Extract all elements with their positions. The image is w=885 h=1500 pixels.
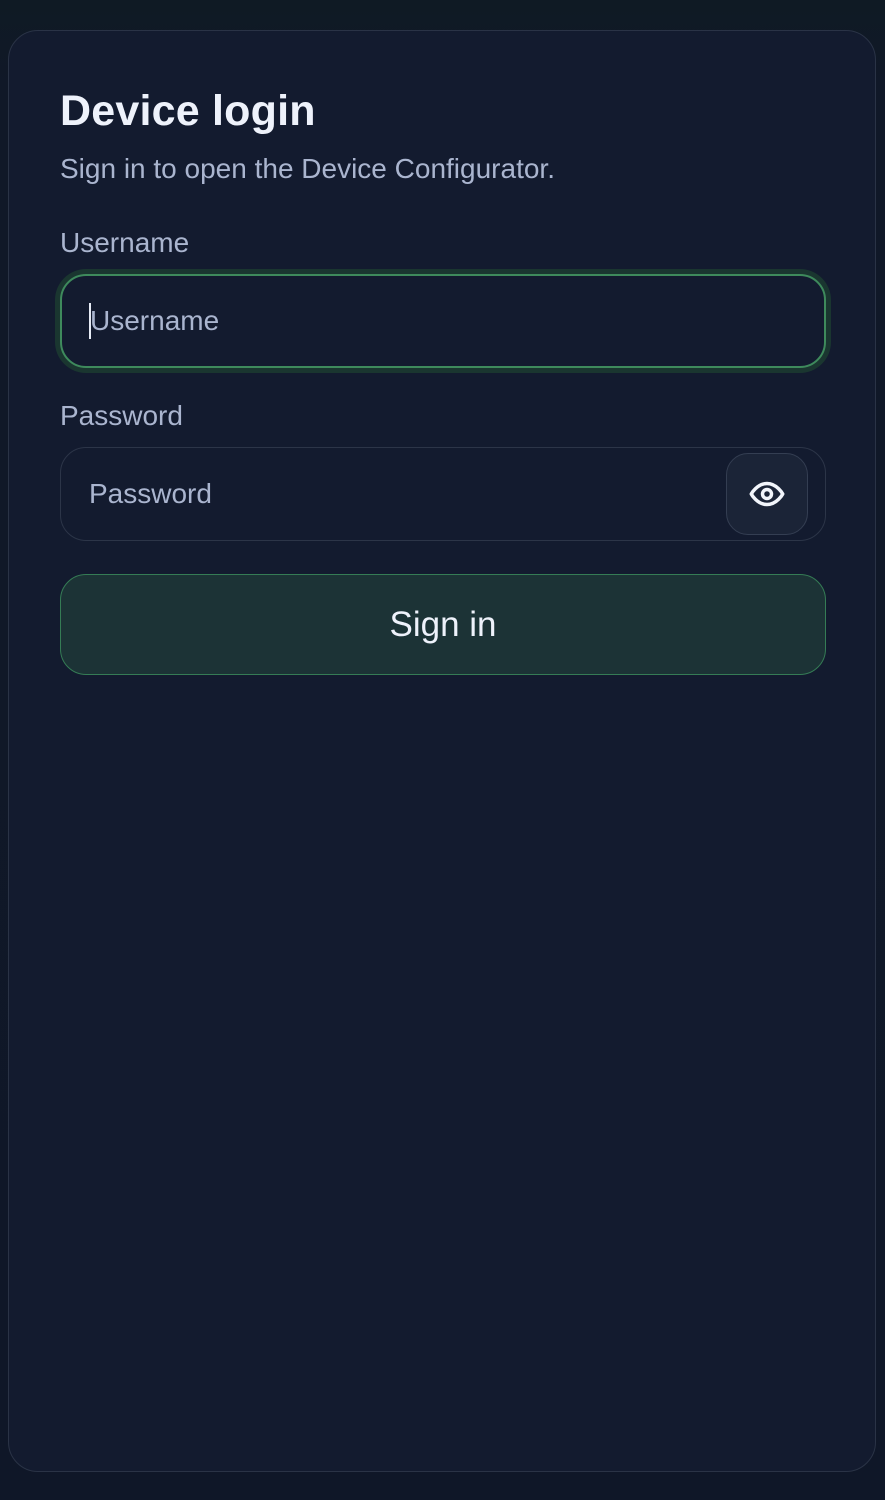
password-label: Password bbox=[60, 400, 183, 431]
page-title: Device login bbox=[60, 87, 316, 135]
username-field-wrapper bbox=[60, 274, 826, 368]
username-input[interactable] bbox=[60, 274, 826, 368]
eye-icon bbox=[749, 476, 785, 512]
text-cursor bbox=[89, 303, 91, 339]
sign-in-button[interactable]: Sign in bbox=[60, 574, 826, 675]
password-input[interactable] bbox=[60, 447, 826, 541]
password-field-wrapper bbox=[60, 447, 826, 541]
login-card: Device login Sign in to open the Device … bbox=[8, 30, 876, 1472]
show-password-button[interactable] bbox=[726, 453, 808, 535]
username-label: Username bbox=[60, 227, 190, 258]
page-subtitle: Sign in to open the Device Configurator. bbox=[60, 153, 555, 184]
